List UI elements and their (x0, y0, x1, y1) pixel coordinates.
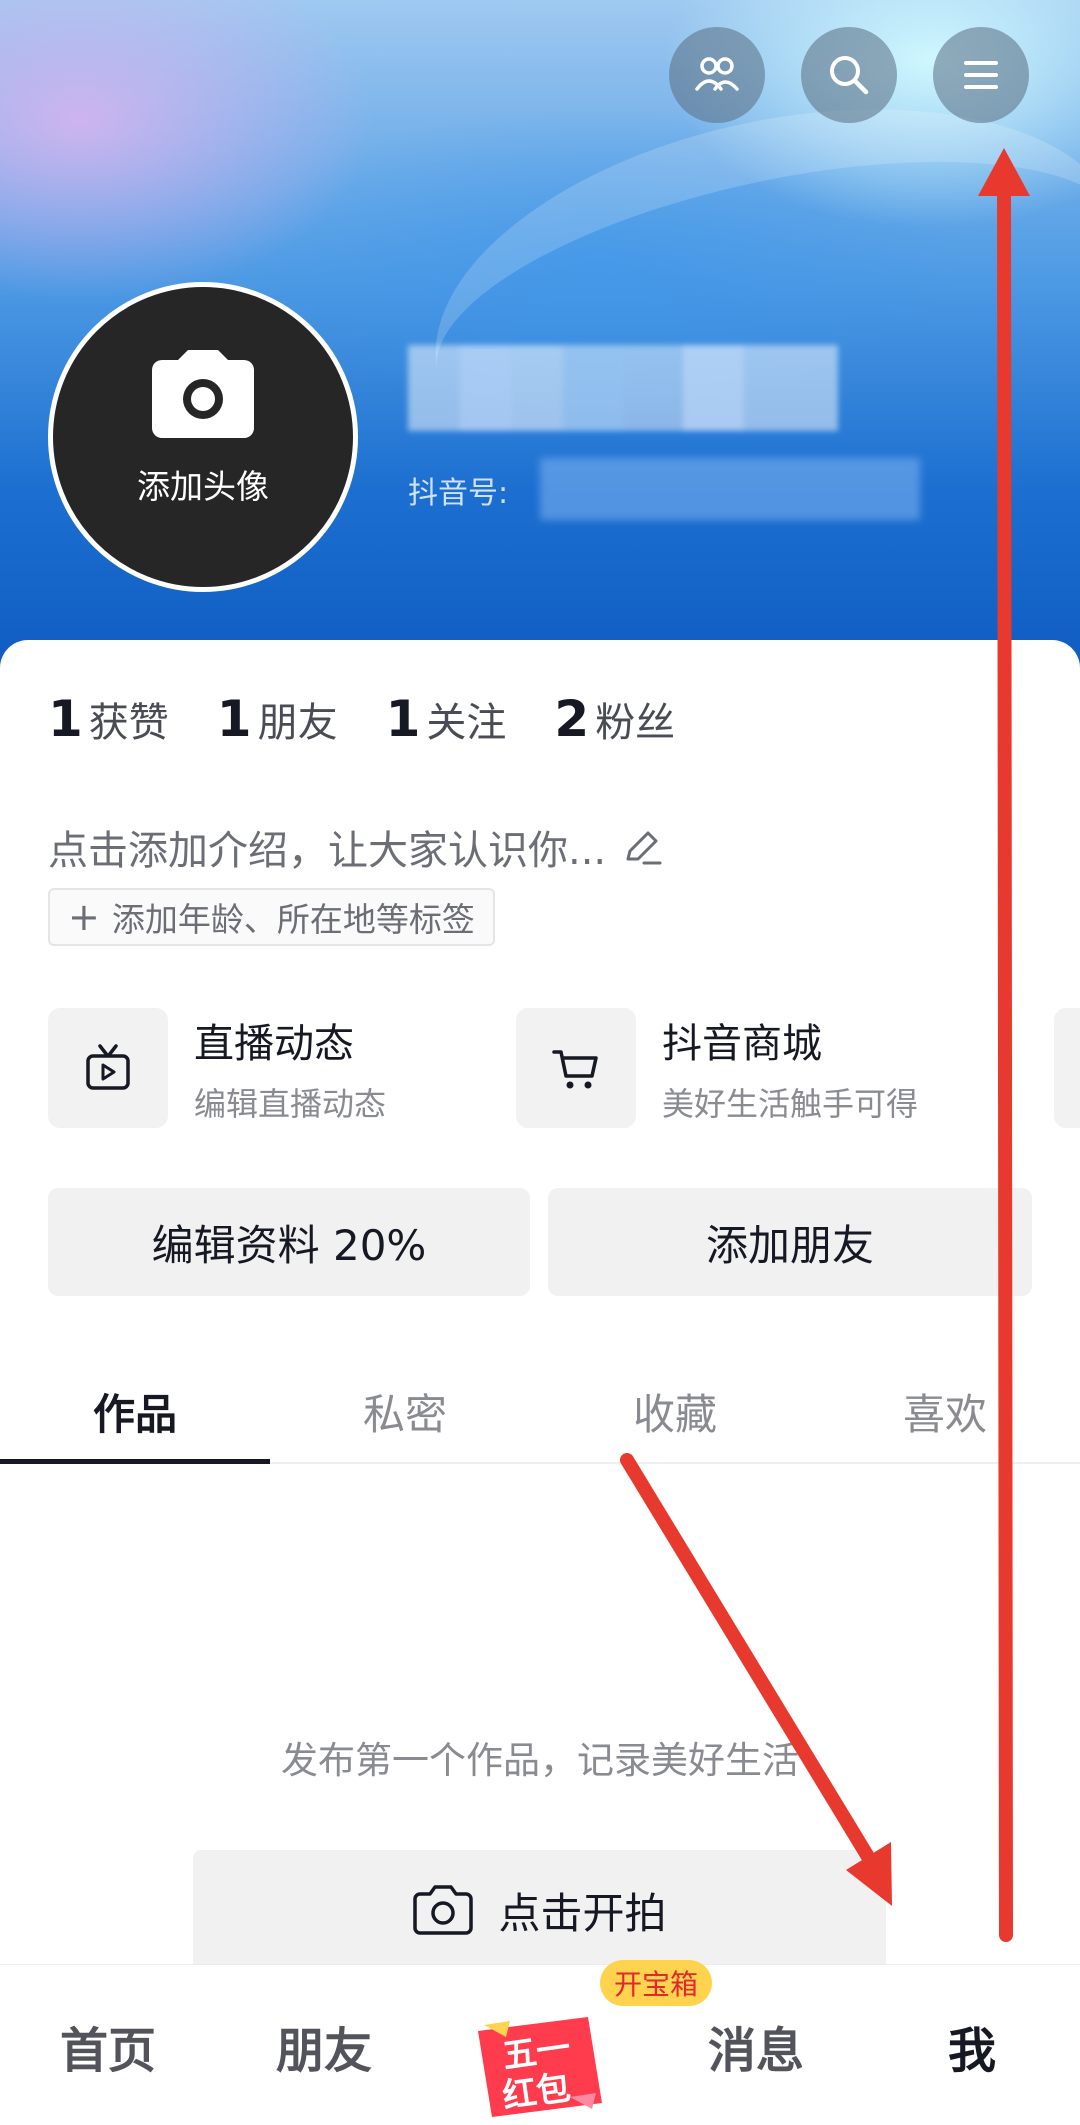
stat-likes[interactable]: 1 获赞 (48, 690, 169, 748)
hamburger-menu-icon (964, 61, 998, 89)
stat-label: 获赞 (88, 700, 169, 746)
add-tags-chip[interactable]: + 添加年龄、所在地等标签 (48, 888, 495, 946)
stat-number: 2 (554, 690, 590, 748)
tab-private[interactable]: 私密 (270, 1360, 540, 1462)
may-day-red-packet-button[interactable]: 五一 红包 (470, 2011, 610, 2121)
camera-icon (413, 1885, 474, 1935)
camera-icon (152, 350, 254, 438)
menu-button[interactable] (933, 27, 1029, 123)
avatar-label: 添加头像 (137, 467, 269, 506)
treasure-box-badge[interactable]: 开宝箱 (600, 1960, 713, 2006)
douyin-id-redacted (540, 458, 920, 520)
feature-icon-box (48, 1008, 168, 1128)
search-button[interactable] (801, 27, 897, 123)
tab-works[interactable]: 作品 (0, 1360, 270, 1464)
stat-number: 1 (48, 690, 83, 748)
shoot-button-label: 点击开拍 (498, 1888, 667, 1938)
red-packet-line2: 红包 (500, 2068, 573, 2117)
feature-icon-box (516, 1008, 636, 1128)
feature-subtitle: 编辑直播动态 (194, 1085, 387, 1123)
friends-button[interactable] (669, 27, 765, 123)
intro-edit[interactable]: 点击添加介绍，让大家认识你... (48, 818, 664, 876)
nav-home[interactable]: 首页 (0, 1965, 216, 2125)
tv-icon (86, 1044, 130, 1090)
stat-label: 朋友 (257, 700, 338, 746)
content-tabs: 作品 私密 收藏 喜欢 (0, 1360, 1080, 1464)
nav-friends[interactable]: 朋友 (216, 1965, 432, 2125)
nickname-redacted (408, 345, 838, 431)
tab-likes[interactable]: 喜欢 (810, 1360, 1080, 1462)
add-friend-button[interactable]: 添加朋友 (548, 1188, 1032, 1296)
stat-label: 关注 (426, 700, 507, 746)
plus-icon: + (68, 895, 100, 939)
feature-douyin-mall[interactable]: 抖音商城 美好生活触手可得 (516, 1008, 918, 1128)
stat-following[interactable]: 1 关注 (386, 690, 507, 748)
feature-title: 直播动态 (194, 1021, 354, 1067)
stats-row: 1 获赞 1 朋友 1 关注 2 粉丝 (48, 690, 675, 748)
feature-live-activity[interactable]: 直播动态 编辑直播动态 (48, 1008, 386, 1128)
cart-icon (552, 1050, 598, 1089)
tag-chip-label: 添加年龄、所在地等标签 (111, 900, 475, 939)
stat-number: 1 (216, 690, 252, 748)
stat-friends[interactable]: 1 朋友 (217, 690, 338, 748)
profile-card: 1 获赞 1 朋友 1 关注 2 粉丝 点击添加介绍，让大家认识你... + 添… (0, 640, 1080, 1970)
red-packet-icon: 五一 红包 (478, 2017, 602, 2117)
bottom-nav: 首页 朋友 五一 红包 消息 我 (0, 1964, 1080, 2125)
stat-number: 1 (385, 690, 421, 748)
feature-next-peek[interactable] (1054, 1008, 1080, 1128)
start-shooting-button[interactable]: 点击开拍 (193, 1850, 886, 1970)
intro-placeholder: 点击添加介绍，让大家认识你... (48, 828, 607, 874)
friends-icon (695, 57, 739, 91)
search-icon (830, 56, 869, 95)
empty-state-message: 发布第一个作品，记录美好生活 (281, 1739, 799, 1782)
nav-me[interactable]: 我 (864, 1965, 1080, 2125)
stat-label: 粉丝 (595, 700, 676, 746)
stat-followers[interactable]: 2 粉丝 (554, 690, 675, 748)
pencil-icon (626, 831, 662, 865)
edit-profile-button[interactable]: 编辑资料 20% (48, 1188, 530, 1296)
add-avatar-button[interactable]: 添加头像 (48, 282, 358, 592)
tab-favorites[interactable]: 收藏 (540, 1360, 810, 1462)
douyin-id-label: 抖音号: (408, 476, 509, 511)
feature-subtitle: 美好生活触手可得 (662, 1085, 919, 1123)
feature-title: 抖音商城 (662, 1021, 822, 1067)
